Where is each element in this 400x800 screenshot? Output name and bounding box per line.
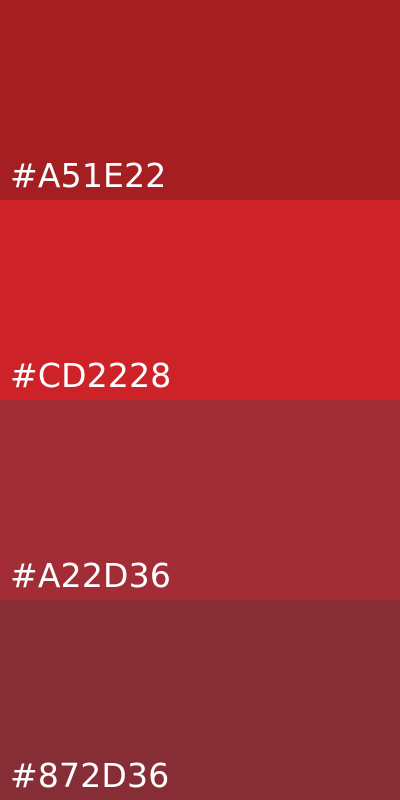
hex-code-label-1: #A51E22 — [10, 156, 167, 195]
hex-code-label-2: #CD2228 — [10, 356, 172, 395]
color-swatch-2: #CD2228 — [0, 200, 400, 400]
color-swatch-4: #872D36 — [0, 600, 400, 800]
color-palette: #A51E22 #CD2228 #A22D36 #872D36 — [0, 0, 400, 800]
hex-code-label-4: #872D36 — [10, 756, 170, 795]
color-swatch-3: #A22D36 — [0, 400, 400, 600]
hex-code-label-3: #A22D36 — [10, 556, 172, 595]
color-swatch-1: #A51E22 — [0, 0, 400, 200]
